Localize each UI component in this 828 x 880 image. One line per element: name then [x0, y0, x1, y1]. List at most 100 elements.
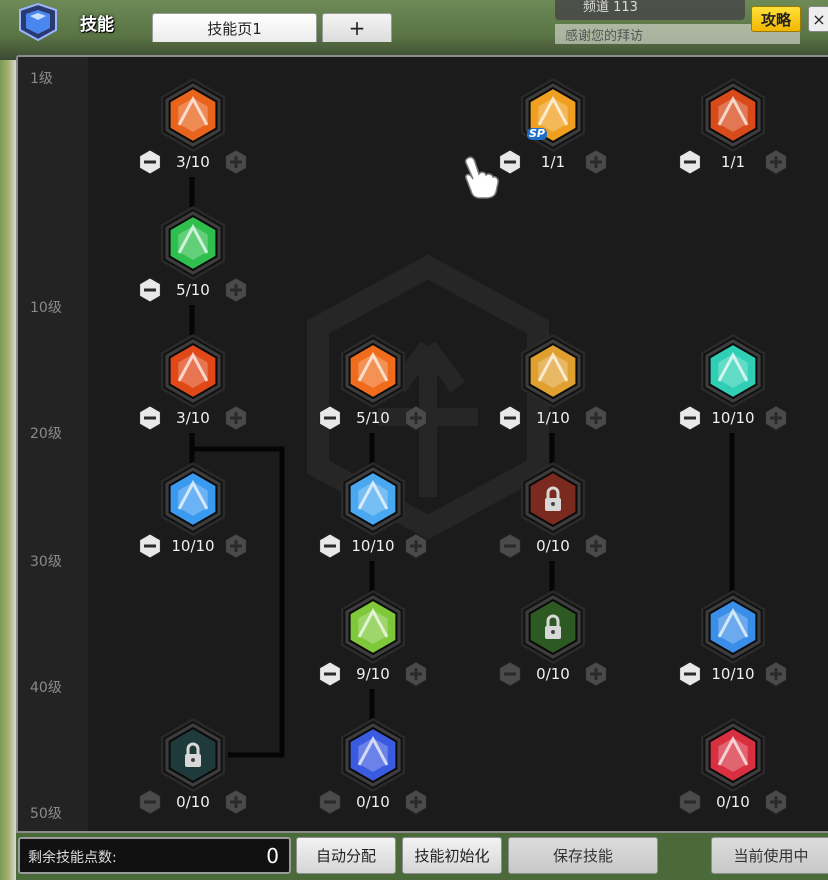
skill-node[interactable]: 0/10 [499, 461, 607, 559]
skill-level-controls: 0/10 [317, 789, 429, 815]
increase-level-button[interactable] [223, 277, 249, 303]
save-skills-button[interactable]: 保存技能 [508, 837, 658, 874]
skill-level-controls: 10/10 [317, 533, 429, 559]
decrease-level-button[interactable] [677, 789, 703, 815]
skill-level-value: 5/10 [356, 409, 390, 427]
ice-cage-icon [161, 462, 225, 536]
increase-level-button[interactable] [403, 661, 429, 687]
increase-level-button[interactable] [583, 661, 609, 687]
decrease-level-button[interactable] [137, 789, 163, 815]
decrease-level-button[interactable] [137, 533, 163, 559]
skill-node[interactable]: 10/10 [679, 333, 787, 431]
fire-burst-icon [341, 334, 405, 408]
increase-level-button[interactable] [763, 661, 789, 687]
skill-node[interactable]: 10/10 [679, 589, 787, 687]
decrease-level-button[interactable] [497, 405, 523, 431]
increase-level-button[interactable] [763, 149, 789, 175]
increase-level-button[interactable] [223, 149, 249, 175]
ice-arrow-icon [341, 462, 405, 536]
sun-gear-icon [701, 590, 765, 664]
increase-level-button[interactable] [583, 149, 609, 175]
fire-slash-icon [161, 78, 225, 152]
increase-level-button[interactable] [403, 405, 429, 431]
skill-level-controls: 3/10 [137, 149, 249, 175]
remaining-points-label: 剩余技能点数: [28, 850, 117, 866]
skill-level-controls: 0/10 [137, 789, 249, 815]
skill-level-controls: 1/1 [677, 149, 789, 175]
green-arrows-icon [161, 206, 225, 280]
lightning-icon [341, 718, 405, 792]
skill-node[interactable]: 1/1 [679, 77, 787, 175]
skill-node[interactable]: 3/10 [139, 77, 247, 175]
skill-level-value: 9/10 [356, 665, 390, 683]
skill-node[interactable]: 0/10 [319, 717, 427, 815]
reset-skills-button[interactable]: 技能初始化 [402, 837, 502, 874]
skill-node[interactable]: 10/10 [319, 461, 427, 559]
spirit-body-icon [701, 334, 765, 408]
decrease-level-button[interactable] [317, 661, 343, 687]
increase-level-button[interactable] [403, 789, 429, 815]
skill-level-controls: 0/10 [497, 661, 609, 687]
skill-node[interactable]: SP 1/1 [499, 77, 607, 175]
sp-badge: SP [527, 127, 547, 140]
decrease-level-button[interactable] [137, 405, 163, 431]
skill-level-controls: 1/1 [497, 149, 609, 175]
skill-level-value: 0/10 [176, 793, 210, 811]
skill-node[interactable]: 3/10 [139, 333, 247, 431]
increase-level-button[interactable] [223, 533, 249, 559]
skill-level-controls: 0/10 [677, 789, 789, 815]
eagle-icon [521, 334, 585, 408]
decrease-level-button[interactable] [317, 789, 343, 815]
skill-level-value: 3/10 [176, 153, 210, 171]
skill-level-value: 1/1 [540, 153, 566, 171]
guide-button[interactable]: 攻略 [751, 6, 801, 32]
close-button[interactable]: × [808, 6, 828, 32]
decrease-level-button[interactable] [317, 533, 343, 559]
skill-level-controls: 5/10 [137, 277, 249, 303]
decrease-level-button[interactable] [497, 533, 523, 559]
crosshair-icon [521, 78, 585, 152]
skill-level-value: 1/1 [720, 153, 746, 171]
increase-level-button[interactable] [403, 533, 429, 559]
skill-node[interactable]: 1/10 [499, 333, 607, 431]
decrease-level-button[interactable] [677, 149, 703, 175]
skill-level-value: 3/10 [176, 409, 210, 427]
skill-node[interactable]: 0/10 [679, 717, 787, 815]
auto-assign-button[interactable]: 自动分配 [296, 837, 396, 874]
channel-indicator[interactable]: 频道 113 [555, 0, 745, 20]
skill-node[interactable]: 5/10 [139, 205, 247, 303]
increase-level-button[interactable] [583, 405, 609, 431]
increase-level-button[interactable] [763, 789, 789, 815]
add-skill-page-tab[interactable]: + [322, 13, 392, 42]
skill-level-controls: 9/10 [317, 661, 429, 687]
decrease-level-button[interactable] [137, 149, 163, 175]
skill-node[interactable]: 5/10 [319, 333, 427, 431]
currently-in-use-button[interactable]: 当前使用中 [711, 837, 828, 874]
lock-icon [521, 462, 585, 536]
skill-level-value: 10/10 [171, 537, 215, 555]
wind-bow-icon [341, 590, 405, 664]
remaining-skill-points: 剩余技能点数: 0 [18, 837, 291, 874]
skill-window-icon [14, 2, 62, 42]
skill-level-value: 0/10 [716, 793, 750, 811]
decrease-level-button[interactable] [677, 405, 703, 431]
decrease-level-button[interactable] [677, 661, 703, 687]
skill-level-controls: 10/10 [677, 405, 789, 431]
increase-level-button[interactable] [763, 405, 789, 431]
red-crystal-icon [701, 718, 765, 792]
increase-level-button[interactable] [223, 405, 249, 431]
increase-level-button[interactable] [583, 533, 609, 559]
decrease-level-button[interactable] [497, 661, 523, 687]
skill-level-controls: 10/10 [677, 661, 789, 687]
hand-cursor-icon [464, 156, 499, 199]
skill-tree-panel: 1级 10级 20级 30级 40级 50级 3/10 SP 1/1 1/1 5… [16, 55, 828, 833]
skill-node[interactable]: 9/10 [319, 589, 427, 687]
skill-node[interactable]: 0/10 [139, 717, 247, 815]
decrease-level-button[interactable] [137, 277, 163, 303]
skill-node[interactable]: 10/10 [139, 461, 247, 559]
increase-level-button[interactable] [223, 789, 249, 815]
skill-level-value: 5/10 [176, 281, 210, 299]
skill-node[interactable]: 0/10 [499, 589, 607, 687]
decrease-level-button[interactable] [317, 405, 343, 431]
tab-skill-page-1[interactable]: 技能页1 [152, 13, 317, 42]
